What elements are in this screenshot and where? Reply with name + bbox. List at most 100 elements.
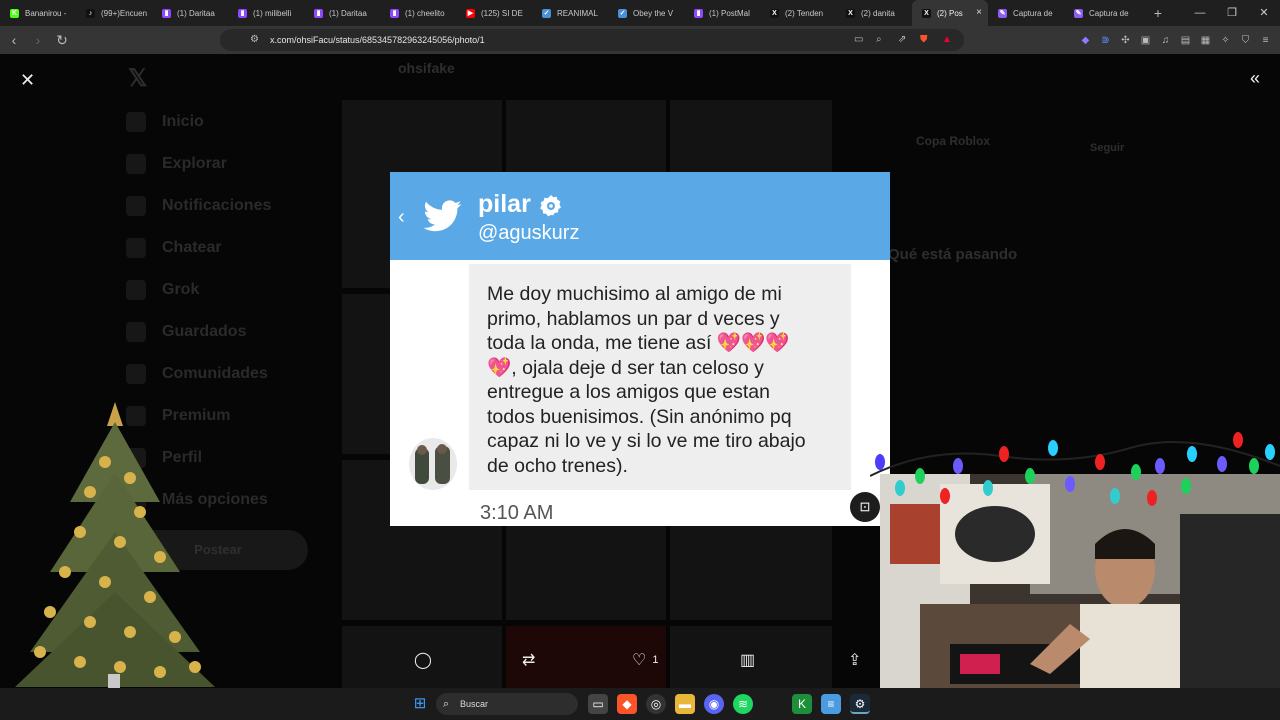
cast-icon[interactable]: ▭ xyxy=(854,29,863,51)
browser-tab[interactable]: ▮ (1) PostMal xyxy=(684,0,760,26)
forward-icon[interactable]: › xyxy=(28,32,48,48)
share-post-icon[interactable]: ⇪ xyxy=(848,650,861,670)
leo-icon[interactable]: ✧ xyxy=(1219,34,1232,47)
taskbar-search[interactable]: ⌕ Buscar xyxy=(436,693,578,715)
tab-title: Bananirou - xyxy=(25,8,67,18)
verified-badge-icon xyxy=(540,195,561,217)
trending-title: Qué está pasando xyxy=(888,246,1018,263)
vpn-icon[interactable]: ⛉ xyxy=(1239,34,1252,47)
expand-panel-icon[interactable]: « xyxy=(1250,68,1260,89)
nav-icon xyxy=(126,238,146,258)
tab-title: (2) Pos xyxy=(937,8,963,18)
message-line: primo, hablamos un par d veces y xyxy=(487,307,780,330)
browser-tab[interactable]: K Bananirou - xyxy=(0,0,76,26)
browser-tab[interactable]: X (2) danita xyxy=(836,0,912,26)
sidebar-nav-item: Chatear xyxy=(126,238,222,258)
site-info-icon[interactable]: ⚙ xyxy=(250,29,259,51)
browser-toolbar: ‹ › ↻ ▯ ⚙ x.com/ohsiFacu/status/68534578… xyxy=(0,26,1280,54)
sidebar-nav-item: Inicio xyxy=(126,112,204,132)
tab-title: (99+)Encuen xyxy=(101,8,148,18)
browser-tab[interactable]: ✓ REANIMAL xyxy=(532,0,608,26)
zoom-icon[interactable]: ⌕ xyxy=(876,29,882,51)
url-bar[interactable]: ⚙ x.com/ohsiFacu/status/6853457829632450… xyxy=(220,29,964,51)
browser-tab[interactable]: X (2) Tenden xyxy=(760,0,836,26)
discord-icon[interactable]: ◉ xyxy=(704,694,724,714)
tab-title: Obey the V xyxy=(633,8,674,18)
tab-title: (1) cheelito xyxy=(405,8,445,18)
browser-tab[interactable]: ✎ Captura de xyxy=(988,0,1064,26)
spotify-icon[interactable]: ≋ xyxy=(733,694,753,714)
kick-icon[interactable]: K xyxy=(792,694,812,714)
extension-icon[interactable]: ◆ xyxy=(1079,34,1092,47)
tab-close-icon[interactable]: × xyxy=(976,7,982,18)
nav-label: Inicio xyxy=(162,113,204,130)
maximize-icon[interactable]: ❐ xyxy=(1216,0,1248,26)
task-view-icon[interactable]: ▭ xyxy=(588,694,608,714)
windows-start-icon[interactable]: ⊞ xyxy=(410,694,430,714)
browser-tab-bar: K Bananirou - ♪ (99+)Encuen ▮ (1) Daritaa ▮ (1)… xyxy=(0,0,1280,26)
url-text: x.com/ohsiFacu/status/685345782963245056… xyxy=(270,35,485,45)
steam-icon[interactable]: ⚙ xyxy=(850,694,870,714)
tweet-handle: @aguskurz xyxy=(478,222,580,244)
browser-tab[interactable]: ▶ (125) SI DE xyxy=(456,0,532,26)
screen: K Bananirou - ♪ (99+)Encuen ▮ (1) Daritaa ▮ (1)… xyxy=(0,0,1280,720)
puzzle-icon[interactable]: ✣ xyxy=(1119,34,1132,47)
close-icon[interactable]: ✕ xyxy=(20,70,35,91)
chrome-icon[interactable]: ◎ xyxy=(646,694,666,714)
reply-icon[interactable]: ◯ xyxy=(414,650,432,670)
nav-icon xyxy=(126,154,146,174)
share-icon[interactable]: ⇗ xyxy=(898,29,906,51)
message-line: entregue a los amigos que estan xyxy=(487,381,770,403)
tab-favicon-icon: ✓ xyxy=(542,8,551,18)
browser-tab[interactable]: ▮ (1) cheelito xyxy=(380,0,456,26)
avatar xyxy=(409,438,457,490)
search-placeholder: Buscar xyxy=(460,699,489,709)
screenshot-icon[interactable]: ▣ xyxy=(1139,34,1152,47)
reload-icon[interactable]: ↻ xyxy=(52,32,72,49)
tab-favicon-icon: ▮ xyxy=(314,8,323,18)
tweet-header xyxy=(390,172,890,260)
tab-title: (125) SI DE xyxy=(481,8,523,18)
brave-shield-icon[interactable]: ⛊ xyxy=(920,29,928,51)
extensions-area: ◆ ⋑ ✣ ▣ ♫ ▤ ▦ ✧ ⛉ ≡ xyxy=(1079,26,1272,54)
tab-title: (1) Daritaa xyxy=(177,8,215,18)
extension-icon[interactable]: ⋑ xyxy=(1099,34,1112,47)
new-tab-icon[interactable]: + xyxy=(1146,5,1170,21)
browser-tab[interactable]: ▮ (1) Daritaa xyxy=(304,0,380,26)
browser-tab[interactable]: ✓ Obey the V xyxy=(608,0,684,26)
menu-icon[interactable]: ≡ xyxy=(1259,34,1272,47)
nav-label: Grok xyxy=(162,281,200,298)
back-chevron-icon: ‹ xyxy=(398,206,405,228)
nav-icon xyxy=(126,364,146,384)
browser-tab[interactable]: ▮ (1) Daritaa xyxy=(152,0,228,26)
christmas-lights-overlay xyxy=(870,432,1280,506)
tab-favicon-icon: ▮ xyxy=(694,8,703,18)
tab-favicon-icon: ✎ xyxy=(1074,8,1083,18)
close-window-icon[interactable]: ✕ xyxy=(1248,0,1280,26)
like-button[interactable]: ♡ 1 xyxy=(632,650,658,670)
back-icon[interactable]: ‹ xyxy=(4,32,24,48)
nav-icon xyxy=(126,196,146,216)
x-logo-icon: 𝕏 xyxy=(128,65,148,92)
repost-icon[interactable]: ⇄ xyxy=(522,650,535,670)
wallet-icon[interactable]: ▦ xyxy=(1199,34,1212,47)
views-icon[interactable]: ▥ xyxy=(740,650,755,670)
browser-tab[interactable]: ♪ (99+)Encuen xyxy=(76,0,152,26)
brave-browser-icon[interactable]: ◆ xyxy=(617,694,637,714)
tab-title: (1) milibelli xyxy=(253,8,292,18)
tab-favicon-icon: ▮ xyxy=(162,8,171,18)
photo-card: ‹ pilar @aguskurz Me doy muchisimo al am… xyxy=(390,172,890,526)
nav-label: Comunidades xyxy=(162,365,268,382)
message-line: de ocho trenes). xyxy=(487,454,628,477)
sidebar-icon[interactable]: ▤ xyxy=(1179,34,1192,47)
brave-rewards-icon[interactable]: ▲ xyxy=(942,29,952,51)
minimize-icon[interactable]: — xyxy=(1184,0,1216,26)
notepad-icon[interactable]: ≡ xyxy=(821,694,841,714)
tab-title: Captura de xyxy=(1013,8,1053,18)
nav-icon xyxy=(126,322,146,342)
browser-tab[interactable]: ✎ Captura de xyxy=(1064,0,1140,26)
file-explorer-icon[interactable]: ▬ xyxy=(675,694,695,714)
browser-tab[interactable]: ▮ (1) milibelli xyxy=(228,0,304,26)
browser-tab[interactable]: X (2) Pos × xyxy=(912,0,988,26)
media-icon[interactable]: ♫ xyxy=(1159,34,1172,47)
